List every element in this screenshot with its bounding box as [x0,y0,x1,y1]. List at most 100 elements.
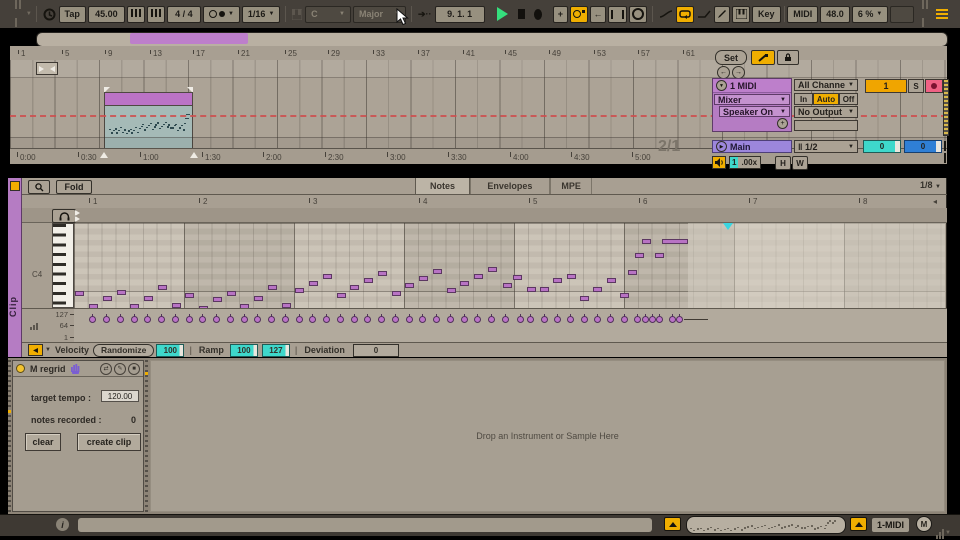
randomize-amount-field[interactable]: 100 [156,344,184,357]
track-header[interactable]: ▼ 1 MIDI Mixer▼ Speaker On▼ + [712,78,792,132]
midi-note[interactable] [540,287,549,292]
velocity-marker[interactable] [241,316,248,323]
computer-midi-keyboard-button[interactable] [732,6,750,23]
link-icon[interactable] [14,0,23,32]
midi-note[interactable] [635,253,644,258]
monitor-auto-button[interactable]: Auto [813,93,839,105]
velocity-marker[interactable] [392,316,399,323]
preview-speaker-button[interactable] [712,156,726,169]
lane-caret-icon[interactable]: ▼ [45,347,51,353]
max-device-panel[interactable]: M regrid ⇄ ✎ ■ target tempo : 120.00 not… [12,360,144,512]
midi-note[interactable] [620,293,629,298]
locator-icon[interactable] [190,152,198,158]
play-button[interactable] [497,7,508,21]
midi-note[interactable] [227,291,236,296]
velocity-marker[interactable] [199,316,206,323]
piano-keyboard[interactable] [52,223,74,308]
lane-select-button[interactable]: ◀ [28,344,43,356]
clip-mini-overview[interactable] [686,516,846,534]
midi-note[interactable] [607,278,616,283]
device-hot-swap-button[interactable]: ⇄ [100,363,112,375]
velocity-marker[interactable] [502,316,509,323]
output-meter-icon[interactable]: ▼ [936,521,951,539]
velocity-marker[interactable] [621,316,628,323]
velocity-marker[interactable] [541,316,548,323]
midi-note[interactable] [474,274,483,279]
device-activator[interactable] [16,364,25,373]
solo-button[interactable]: S [908,79,924,93]
velocity-lane-icon[interactable] [30,312,39,330]
loop-brace[interactable] [36,62,58,75]
velocity-marker[interactable] [567,316,574,323]
loop-switch[interactable] [629,6,647,23]
new-button[interactable]: + [553,6,568,23]
stop-button[interactable] [518,9,525,19]
output-chooser[interactable]: No Output▼ [794,106,858,118]
velocity-marker[interactable] [268,316,275,323]
velocity-marker[interactable] [488,316,495,323]
width-zoom-button[interactable]: W [792,156,808,170]
overview-clip-segment[interactable] [130,33,248,44]
midi-note[interactable] [628,270,637,275]
midi-note[interactable] [213,297,222,302]
velocity-marker[interactable] [323,316,330,323]
midi-note[interactable] [268,285,277,290]
quantize-menu[interactable]: 1/16▼ [242,6,280,23]
midi-note[interactable] [405,283,414,288]
midi-note[interactable] [513,275,522,280]
playback-speed-field[interactable]: 1 .00x [729,156,761,169]
velocity-marker[interactable] [213,316,220,323]
velocity-marker[interactable] [227,316,234,323]
velocity-marker[interactable] [461,316,468,323]
midi-note[interactable] [655,253,664,258]
send-a-knob[interactable]: 0 [863,140,901,153]
preview-headphone-button[interactable] [52,209,76,223]
tap-tempo-button[interactable]: Tap [59,6,86,23]
midi-note[interactable] [144,296,153,301]
midi-note[interactable] [392,291,401,296]
midi-note[interactable] [323,274,332,279]
device-chooser[interactable]: Mixer▼ [714,94,790,105]
midi-map-button[interactable]: MIDI [787,6,818,23]
midi-note[interactable] [642,239,651,244]
velocity-marker[interactable] [581,316,588,323]
loop-marker-lane[interactable] [22,208,947,223]
midi-note[interactable] [309,281,318,286]
locator-icon[interactable] [100,152,108,158]
velocity-marker[interactable] [117,316,124,323]
velocity-marker[interactable] [554,316,561,323]
velocity-marker[interactable] [607,316,614,323]
velocity-marker[interactable] [517,316,524,323]
arrangement-position-field[interactable]: 9. 1. 1 [435,6,485,23]
velocity-marker[interactable] [634,316,641,323]
height-zoom-button[interactable]: H [775,156,791,170]
insert-marker[interactable] [723,223,733,230]
crossfade-chooser[interactable]: ‖ 1/2▼ [794,140,858,153]
metronome-button[interactable]: ▼ [203,6,240,23]
midi-note[interactable] [433,269,442,274]
midi-note[interactable] [337,293,346,298]
grid-setting-menu[interactable]: 1/8 ▼ [920,180,941,190]
key-map-button[interactable]: Key [752,6,781,23]
velocity-marker[interactable] [309,316,316,323]
velocity-marker[interactable] [282,316,289,323]
menu-icon[interactable] [936,7,948,21]
midi-note[interactable] [364,278,373,283]
parameter-chooser[interactable]: Speaker On▼ [719,106,790,117]
velocity-marker[interactable] [527,316,534,323]
velocity-marker[interactable] [337,316,344,323]
output-channel-box[interactable] [794,120,858,131]
velocity-marker[interactable] [131,316,138,323]
send-b-knob[interactable]: 0 [904,140,942,153]
clear-button[interactable]: clear [25,433,61,451]
midi-note[interactable] [185,293,194,298]
draw-mode-button[interactable] [714,6,730,23]
midi-note[interactable] [158,285,167,290]
velocity-marker[interactable] [669,316,676,323]
midi-note[interactable] [75,291,84,296]
velocity-marker[interactable] [594,316,601,323]
midi-note[interactable] [553,278,562,283]
clip-title-bar[interactable] [105,93,192,106]
deviation-field[interactable]: 0 [353,344,399,357]
target-tempo-field[interactable]: 120.00 [101,390,139,402]
